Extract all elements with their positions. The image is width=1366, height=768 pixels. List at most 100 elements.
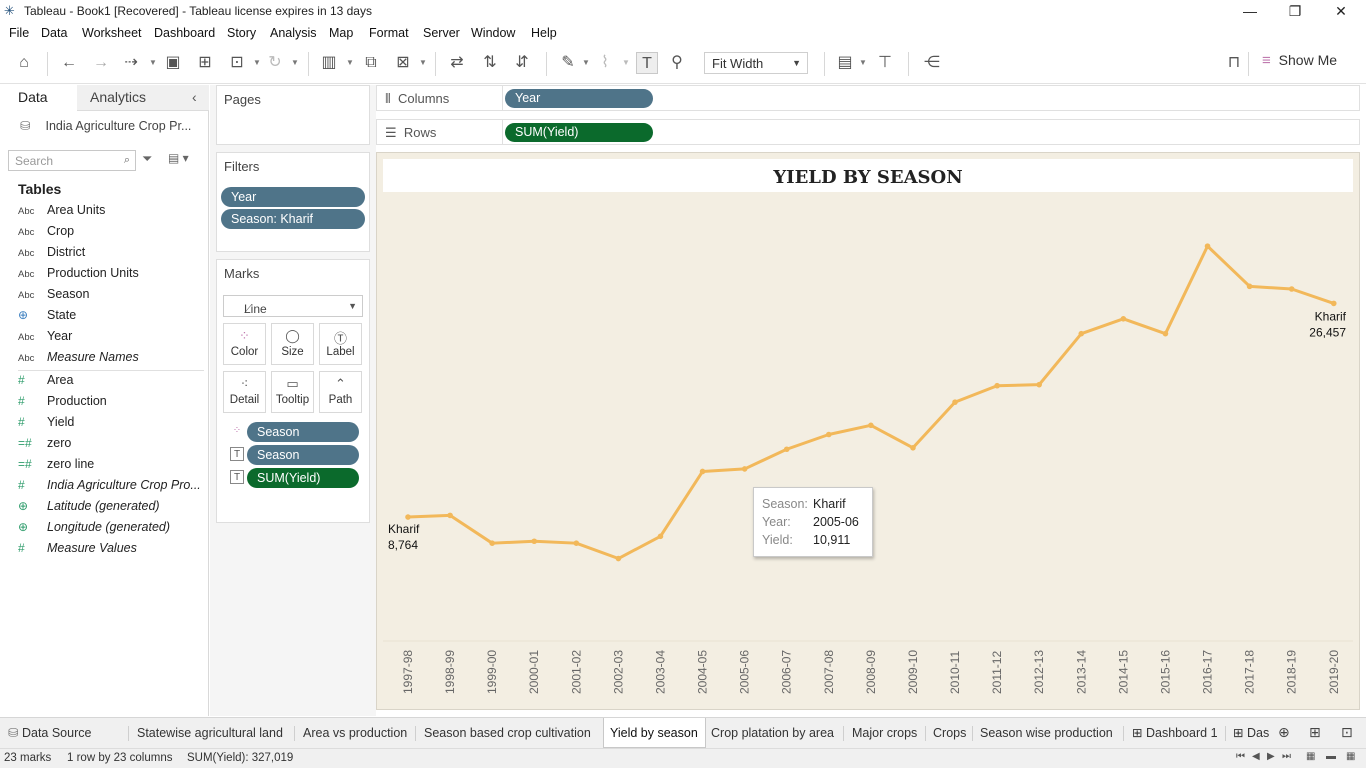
prev-sheet-icon[interactable]: ◀ (1252, 751, 1260, 762)
data-point[interactable] (1246, 283, 1253, 290)
data-point[interactable] (994, 382, 1000, 389)
marks-label-button[interactable]: Ⓣ Label (319, 323, 362, 365)
field-measure-values[interactable]: # Measure Values (18, 541, 208, 559)
menu-dashboard[interactable]: Dashboard (154, 26, 215, 40)
marks-path-button[interactable]: ⌃ Path (319, 371, 362, 413)
field-district[interactable]: Abc District (18, 245, 208, 263)
show-cards-icon[interactable]: ▤ (834, 52, 856, 74)
menu-file[interactable]: File (9, 26, 29, 40)
field-longitude[interactable]: ⊕ Longitude (generated) (18, 520, 208, 538)
view-options-icon[interactable]: ▤ ▾ (168, 151, 189, 165)
chevron-down-icon[interactable]: ▼ (419, 58, 427, 67)
minimize-button[interactable]: — (1227, 0, 1273, 24)
clear-sheet-icon[interactable]: ⊠ (392, 52, 414, 74)
field-production-units[interactable]: Abc Production Units (18, 266, 208, 284)
field-crop[interactable]: Abc Crop (18, 224, 208, 242)
field-zero-line[interactable]: =# zero line (18, 457, 208, 475)
chevron-down-icon[interactable]: ▼ (622, 58, 630, 67)
field-year[interactable]: Abc Year (18, 329, 208, 347)
fit-width-dropdown[interactable]: Fit Width ▼ (704, 52, 808, 74)
filter-icon[interactable]: ⏷ (142, 151, 152, 167)
tab-data[interactable]: Data (18, 89, 48, 105)
search-input[interactable]: Search ⌕ (8, 150, 136, 171)
last-sheet-icon[interactable]: ⏭ (1282, 751, 1291, 762)
field-production[interactable]: # Production (18, 394, 208, 412)
rows-pill-sum-yield[interactable]: SUM(Yield) (505, 123, 653, 142)
duplicate-sheet-icon[interactable]: ⧉ (360, 52, 382, 74)
menu-help[interactable]: Help (531, 26, 557, 40)
pages-card[interactable]: Pages (216, 85, 370, 145)
data-point[interactable] (699, 468, 706, 475)
data-point[interactable] (615, 555, 622, 562)
data-point[interactable] (1036, 381, 1042, 388)
fix-axes-icon[interactable]: ⚲ (666, 52, 688, 74)
data-point[interactable] (1204, 243, 1211, 249)
data-point[interactable] (783, 446, 790, 453)
next-sheet-icon[interactable]: ▶ (1267, 751, 1275, 762)
highlight-icon[interactable]: ✎ (557, 52, 579, 74)
replay-icon[interactable]: ⇢ (120, 52, 142, 74)
sheet-tab[interactable]: Area vs production (303, 718, 407, 748)
new-dashboard-tab-icon[interactable]: ⊞ (1309, 724, 1321, 741)
show-labels-icon[interactable]: T (636, 52, 658, 74)
group-members-icon[interactable]: ⌇ (594, 52, 616, 74)
pause-updates-icon[interactable]: ⊡ (226, 52, 248, 74)
data-point[interactable] (573, 540, 580, 546)
new-worksheet-tab-icon[interactable]: ⊕ (1278, 724, 1290, 741)
presentation-mode-icon[interactable]: ⊤ (874, 52, 896, 74)
data-point[interactable] (405, 514, 411, 520)
show-filmstrip-icon[interactable]: ▦ (1306, 751, 1315, 762)
data-point[interactable] (531, 538, 538, 545)
data-point[interactable] (1288, 286, 1295, 292)
rows-shelf[interactable]: ☰ Rows SUM(Yield) (376, 119, 1360, 145)
marks-size-button[interactable]: ◯ Size (271, 323, 314, 365)
show-sheet-sorter-icon[interactable]: ▦ (1346, 751, 1355, 762)
marks-tooltip-button[interactable]: ▭ Tooltip (271, 371, 314, 413)
data-point[interactable] (741, 466, 748, 472)
sheet-tab[interactable]: Statewise agricultural land (137, 718, 283, 748)
field-area-units[interactable]: Abc Area Units (18, 203, 208, 221)
menu-analysis[interactable]: Analysis (270, 26, 317, 40)
swap-rows-columns-icon[interactable]: ⇄ (446, 52, 468, 74)
field-latitude[interactable]: ⊕ Latitude (generated) (18, 499, 208, 517)
chevron-down-icon[interactable]: ▼ (291, 58, 299, 67)
sheet-tab[interactable]: Season based crop cultivation (424, 718, 591, 748)
menu-map[interactable]: Map (329, 26, 353, 40)
marks-detail-button[interactable]: ⁖ Detail (223, 371, 266, 413)
data-point[interactable] (1078, 330, 1085, 337)
chevron-down-icon[interactable]: ▼ (859, 58, 867, 67)
first-sheet-icon[interactable]: ⏮ (1236, 751, 1245, 762)
new-story-tab-icon[interactable]: ⊡ (1341, 724, 1353, 741)
sheet-tab[interactable]: Major crops (852, 718, 917, 748)
data-point[interactable] (826, 431, 832, 438)
chevron-down-icon[interactable]: ▼ (346, 58, 354, 67)
show-tabs-icon[interactable]: ▬ (1326, 751, 1336, 762)
marks-color-button[interactable]: ⁘ Color (223, 323, 266, 365)
format-workbook-icon[interactable]: ⊓ (1223, 52, 1245, 74)
sheet-tab-active[interactable]: Yield by season (603, 718, 706, 748)
menu-data[interactable]: Data (41, 26, 67, 40)
sort-descending-icon[interactable]: ⇵ (511, 52, 533, 74)
columns-pill-year[interactable]: Year (505, 89, 653, 108)
sheet-tab[interactable]: Season wise production (980, 718, 1113, 748)
marks-pill-sum-yield[interactable]: SUM(Yield) (247, 468, 359, 488)
data-point[interactable] (1330, 300, 1337, 307)
sheet-tab[interactable]: Crops (933, 718, 966, 748)
tab-analytics[interactable]: Analytics (90, 89, 146, 105)
field-record-count[interactable]: # India Agriculture Crop Pro... (18, 478, 208, 496)
show-me-button[interactable]: ≡ Show Me (1262, 52, 1337, 74)
share-icon[interactable]: ⋲ (921, 52, 943, 74)
menu-story[interactable]: Story (227, 26, 256, 40)
marks-pill-season-label[interactable]: Season (247, 445, 359, 465)
columns-shelf[interactable]: ⦀ Columns Year (376, 85, 1360, 111)
data-point[interactable] (1162, 330, 1169, 337)
restore-button[interactable]: ❐ (1272, 0, 1318, 24)
data-point[interactable] (489, 540, 495, 546)
chevron-down-icon[interactable]: ▼ (582, 58, 590, 67)
marks-pill-season-color[interactable]: Season (247, 422, 359, 442)
line-chart[interactable]: 1997-98 1998-99 1999-00 2000-01 2001-02 2002-… (377, 153, 1359, 709)
tab-data-source[interactable]: ⛁ Data Source (8, 718, 91, 748)
chevron-down-icon[interactable]: ▼ (253, 58, 261, 67)
datasource-item[interactable]: ⛁ India Agriculture Crop Pr... (20, 118, 191, 133)
menu-format[interactable]: Format (369, 26, 409, 40)
